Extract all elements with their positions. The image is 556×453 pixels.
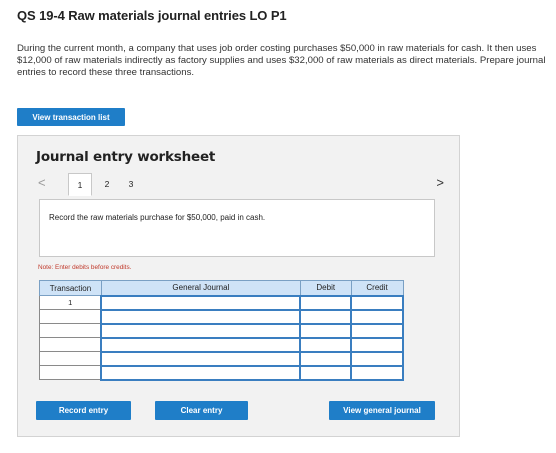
record-entry-button[interactable]: Record entry [36, 401, 131, 420]
table-row [39, 308, 404, 325]
general-journal-input[interactable] [100, 350, 302, 367]
journal-table: Transaction General Journal Debit Credit… [39, 280, 404, 381]
transaction-cell: 1 [39, 295, 102, 310]
credit-input[interactable] [350, 294, 404, 311]
credit-input[interactable] [350, 364, 404, 381]
transaction-cell [39, 365, 102, 380]
instruction-box: Record the raw materials purchase for $5… [39, 199, 435, 257]
column-header-debit: Debit [299, 280, 352, 296]
clear-entry-button[interactable]: Clear entry [155, 401, 248, 420]
transaction-cell [39, 351, 102, 366]
column-header-credit: Credit [350, 280, 404, 296]
column-header-transaction: Transaction [39, 280, 102, 296]
general-journal-input[interactable] [100, 336, 302, 353]
credit-input[interactable] [350, 308, 404, 325]
general-journal-input[interactable] [100, 322, 302, 339]
chevron-right-icon[interactable]: > [436, 176, 444, 189]
general-journal-input[interactable] [100, 294, 302, 311]
chevron-left-icon[interactable]: < [38, 176, 46, 189]
debit-input[interactable] [299, 350, 353, 367]
problem-text: During the current month, a company that… [17, 43, 546, 78]
page-title: QS 19-4 Raw materials journal entries LO… [17, 8, 287, 23]
credit-input[interactable] [350, 350, 404, 367]
debit-input[interactable] [299, 364, 353, 381]
debit-input[interactable] [299, 322, 353, 339]
table-row [39, 364, 404, 381]
worksheet-tabs: < 1 2 3 > [34, 173, 448, 196]
tab-2[interactable]: 2 [95, 173, 119, 195]
table-row [39, 322, 404, 339]
debit-input[interactable] [299, 294, 353, 311]
column-header-general-journal: General Journal [100, 280, 301, 296]
view-general-journal-button[interactable]: View general journal [329, 401, 435, 420]
transaction-cell [39, 337, 102, 352]
transaction-cell [39, 309, 102, 324]
table-row [39, 350, 404, 367]
debits-note: Note: Enter debits before credits. [38, 264, 132, 271]
transaction-cell [39, 323, 102, 338]
general-journal-input[interactable] [100, 364, 302, 381]
table-row: 1 [39, 294, 404, 311]
instruction-text: Record the raw materials purchase for $5… [49, 213, 266, 222]
credit-input[interactable] [350, 322, 404, 339]
debit-input[interactable] [299, 308, 353, 325]
credit-input[interactable] [350, 336, 404, 353]
debit-input[interactable] [299, 336, 353, 353]
journal-entry-worksheet: Journal entry worksheet < 1 2 3 > Record… [17, 135, 460, 437]
tab-3[interactable]: 3 [119, 173, 143, 195]
tab-1[interactable]: 1 [68, 173, 92, 196]
worksheet-title: Journal entry worksheet [36, 149, 216, 165]
table-row [39, 336, 404, 353]
view-transaction-list-button[interactable]: View transaction list [17, 108, 125, 126]
general-journal-input[interactable] [100, 308, 302, 325]
